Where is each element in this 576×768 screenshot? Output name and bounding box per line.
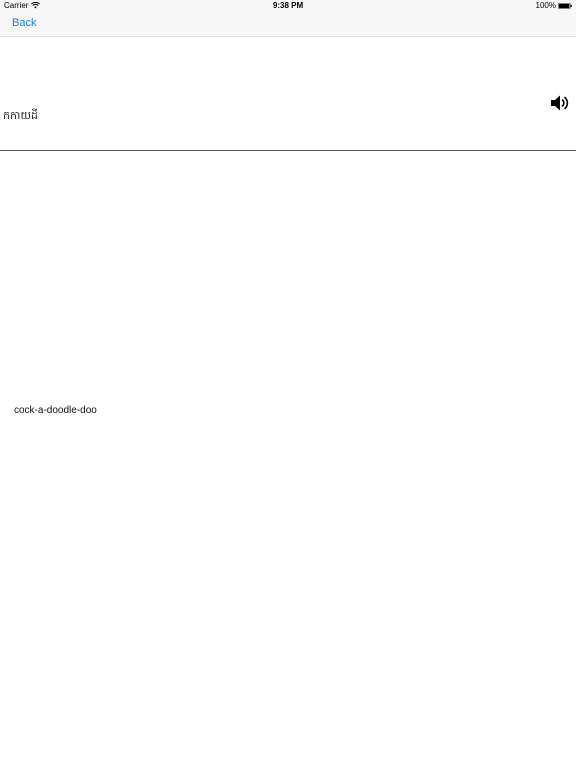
status-time: 9:38 PM: [272, 1, 304, 10]
status-right: 100%: [536, 1, 572, 10]
speaker-icon: [551, 95, 569, 111]
khmer-word: កកាយដី: [3, 110, 38, 122]
navigation-bar: Back: [0, 12, 576, 37]
status-bar: Carrier 9:38 PM 100%: [0, 0, 576, 12]
word-header: កកាយដី: [0, 37, 576, 151]
back-button[interactable]: Back: [12, 17, 36, 29]
battery-icon: [558, 2, 572, 9]
battery-percent: 100%: [535, 1, 556, 10]
definition-text: cock-a-doodle-doo: [14, 405, 97, 416]
speaker-button[interactable]: [550, 94, 570, 112]
